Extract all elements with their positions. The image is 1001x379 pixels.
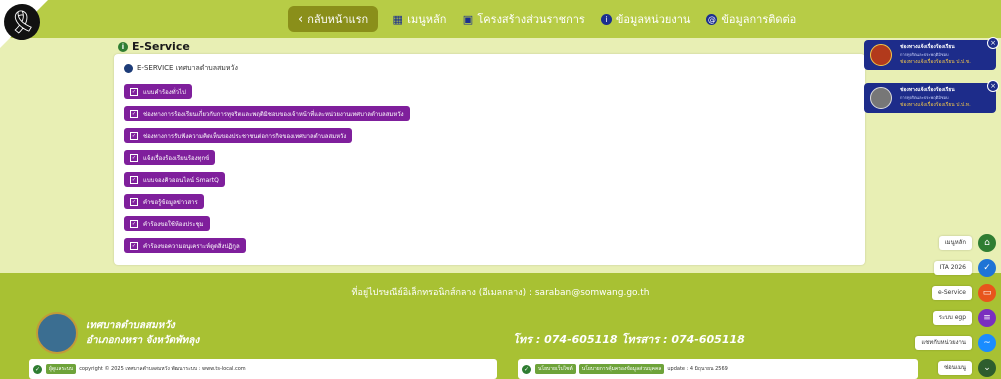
- globe-icon: [124, 64, 133, 73]
- check-circle-icon: ✓: [522, 364, 531, 374]
- messenger-icon: ~: [978, 334, 996, 352]
- home-icon: ⌂: [978, 234, 996, 252]
- shield-check-icon: ✓: [33, 364, 42, 374]
- chevron-down-icon: ⌄: [978, 359, 996, 377]
- edit-icon: ✓: [130, 197, 138, 206]
- footer-email: ที่อยู่ไปรษณีย์อิเล็กทรอนิกส์กลาง (อีเมล…: [351, 288, 650, 298]
- nav-item-main-menu[interactable]: ▦ เมนูหลัก: [392, 10, 447, 28]
- side-button-hide-menu[interactable]: ซ่อนเมนู ⌄: [938, 359, 996, 377]
- card-heading: E-SERVICE เทศบาลตำบลสมหวัง: [124, 63, 238, 74]
- grid-icon: ▦: [392, 12, 403, 26]
- info-icon: i: [600, 13, 612, 25]
- chat-icon: ▭: [978, 284, 996, 302]
- admin-link[interactable]: ผู้ดูแลระบบ: [46, 364, 77, 374]
- close-icon[interactable]: ×: [987, 80, 999, 92]
- nav-item-contact[interactable]: @ ข้อมูลการติดต่อ: [706, 10, 796, 28]
- chevron-left-icon: ‹: [298, 11, 304, 27]
- eservice-button-sewage-service[interactable]: ✓ คำร้องขอความอนุเคราะห์ดูดสิ่งปฏิกูล: [124, 238, 246, 253]
- side-button-main-menu[interactable]: เมนูหลัก ⌂: [938, 234, 996, 252]
- nav-item-agency-info[interactable]: i ข้อมูลหน่วยงาน: [600, 10, 690, 28]
- contact-icon: @: [706, 13, 718, 25]
- close-icon[interactable]: ×: [987, 37, 999, 49]
- side-button-chat[interactable]: แชทกับหน่วยงาน ~: [915, 334, 996, 352]
- edit-icon: ✓: [130, 153, 138, 162]
- eservice-section: i E-Service E-SERVICE เทศบาลตำบลสมหวัง ✓…: [114, 40, 865, 265]
- eservice-card: E-SERVICE เทศบาลตำบลสมหวัง ✓ แบบคำร้องทั่…: [114, 54, 865, 265]
- footer-policy-bar: ✓ นโยบายเว็บไซต์ นโยบายการคุ้มครองข้อมูล…: [518, 359, 918, 379]
- check-badge-icon: ✓: [978, 259, 996, 277]
- website-policy-link[interactable]: นโยบายเว็บไซต์: [535, 364, 576, 374]
- side-button-egp[interactable]: ระบบ egp ≡: [932, 309, 996, 327]
- eservice-button-meeting-room[interactable]: ✓ คำร้องขอใช้ห้องประชุม: [124, 216, 210, 231]
- side-button-eservice[interactable]: e-Service ▭: [931, 284, 996, 302]
- footer-org-name: เทศบาลตำบลสมหวัง: [86, 320, 175, 331]
- side-button-ita[interactable]: ITA 2026 ✓: [933, 259, 996, 277]
- edit-icon: ✓: [130, 175, 138, 184]
- edit-icon: ✓: [130, 109, 138, 118]
- eservice-button-general-request[interactable]: ✓ แบบคำร้องทั่วไป: [124, 84, 192, 99]
- municipality-seal-icon: [36, 312, 78, 354]
- notification-pacc[interactable]: ช่องทางแจ้งเรื่องร้องเรียน การทุจริตและป…: [864, 80, 999, 113]
- footer-phone: โทร : 074-605118 โทรสาร : 074-605118: [513, 333, 745, 346]
- edit-icon: ✓: [130, 131, 138, 140]
- pacc-logo-icon: [870, 87, 892, 109]
- eservice-button-public-opinion[interactable]: ✓ ช่องทางการรับฟังความคิดเห็นของประชาชนต่…: [124, 128, 353, 143]
- privacy-policy-link[interactable]: นโยบายการคุ้มครองข้อมูลส่วนบุคคล: [578, 364, 665, 374]
- nacc-logo-icon: [870, 44, 892, 66]
- notification-nacc[interactable]: ช่องทางแจ้งเรื่องร้องเรียน การทุจริตและป…: [864, 37, 999, 70]
- info-icon: i: [118, 41, 128, 52]
- eservice-button-smartq[interactable]: ✓ แบบจองคิวออนไลน์ SmartQ: [124, 172, 225, 187]
- footer-copyright-bar: ✓ ผู้ดูแลระบบ copyright © 2025 เทศบาลตำบ…: [29, 359, 497, 379]
- edit-icon: ✓: [130, 87, 138, 96]
- main-nav: ‹ กลับหน้าแรก ▦ เมนูหลัก ▣ โครงสร้างส่วน…: [288, 6, 804, 32]
- nav-item-structure[interactable]: ▣ โครงสร้างส่วนราชการ: [462, 10, 585, 28]
- section-title: i E-Service: [118, 40, 190, 53]
- org-chart-icon: ▣: [462, 12, 474, 26]
- message-icon: ≡: [978, 309, 996, 327]
- edit-icon: ✓: [130, 241, 138, 250]
- eservice-button-corruption-report[interactable]: ✓ ช่องทางการร้องเรียนเกี่ยวกับการทุจริตแล…: [124, 106, 410, 121]
- back-home-button[interactable]: ‹ กลับหน้าแรก: [288, 6, 379, 32]
- eservice-button-info-request[interactable]: ✓ คำขอรู้ข้อมูลข่าวสาร: [124, 194, 204, 209]
- eservice-button-complaint[interactable]: ✓ แจ้งเรื่องร้องเรียนร้องทุกข์: [124, 150, 216, 165]
- footer-org-location: อำเภอกงหรา จังหวัดพัทลุง: [86, 335, 200, 346]
- edit-icon: ✓: [130, 219, 138, 228]
